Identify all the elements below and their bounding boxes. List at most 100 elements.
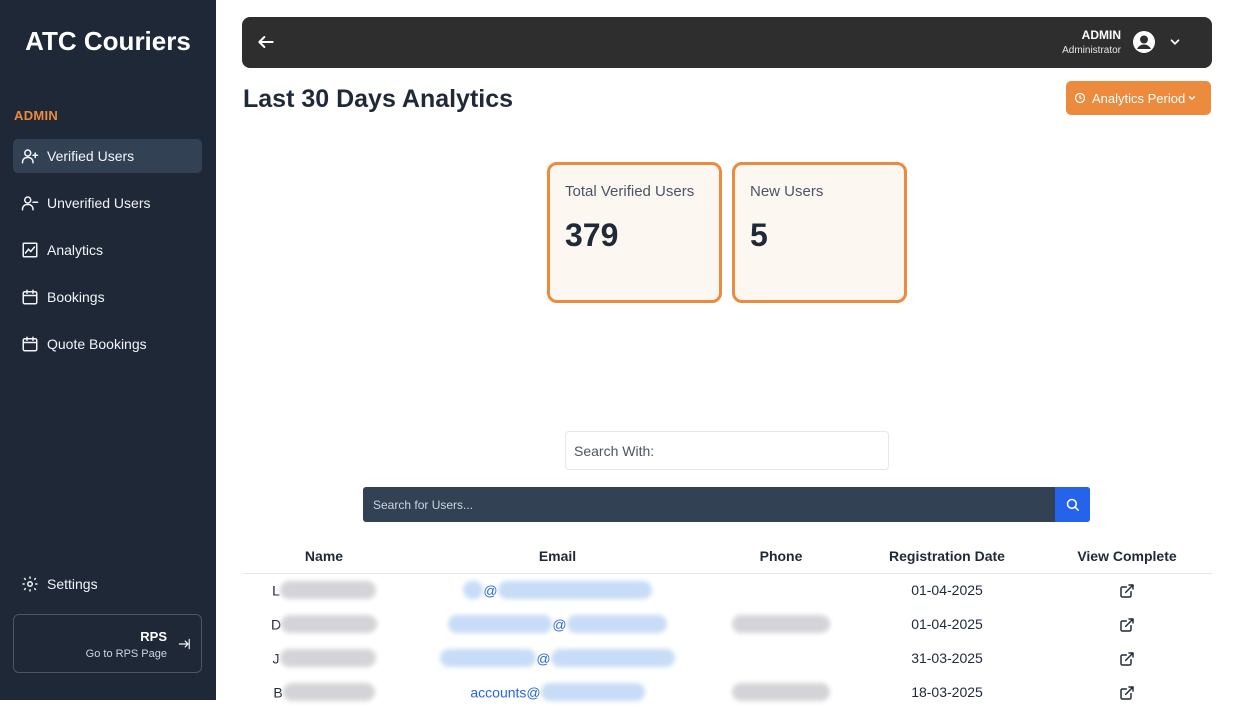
- chart-icon: [22, 242, 38, 258]
- external-link-icon[interactable]: [1119, 617, 1135, 633]
- name-initial: J: [272, 650, 280, 667]
- cell-phone: [710, 675, 852, 709]
- calendar-icon: [22, 289, 38, 305]
- sidebar-item-bookings[interactable]: Bookings: [13, 280, 202, 314]
- stat-card-new-users: New Users 5: [732, 162, 907, 303]
- redacted-phone: [732, 683, 830, 702]
- search-with-select[interactable]: Search With:: [565, 431, 889, 470]
- cell-name: B: [243, 675, 405, 709]
- name-initial: D: [270, 616, 282, 633]
- sidebar-nav: Verified Users Unverified Users Analytic…: [13, 139, 202, 374]
- cell-name: J: [243, 641, 405, 675]
- stat-card-label: Total Verified Users: [565, 183, 695, 200]
- chevron-down-icon[interactable]: [1168, 35, 1182, 49]
- table-row: D @ 01-04-2025: [243, 607, 1212, 641]
- user-search-bar: [363, 487, 1090, 522]
- table-row: L @ 01-04-2025: [243, 573, 1212, 607]
- sidebar-item-settings[interactable]: Settings: [13, 567, 202, 601]
- cell-phone: [710, 641, 852, 675]
- cell-email[interactable]: accounts@: [405, 675, 710, 709]
- cell-email[interactable]: @: [405, 573, 710, 607]
- external-link-icon[interactable]: [1119, 651, 1135, 667]
- table-row: B accounts@ 18-03-2025: [243, 675, 1212, 709]
- email-text[interactable]: accounts@: [470, 684, 540, 700]
- redacted-name: [279, 649, 376, 668]
- redacted-name: [279, 581, 376, 600]
- sidebar-item-label: Unverified Users: [47, 195, 151, 211]
- cell-name: D: [243, 607, 405, 641]
- column-header-email[interactable]: Email: [405, 540, 710, 574]
- email-text[interactable]: @: [536, 650, 550, 666]
- external-link-icon[interactable]: [1119, 583, 1135, 599]
- redacted-email-domain: [497, 581, 652, 600]
- search-input[interactable]: [363, 487, 1055, 522]
- redacted-email-user: [448, 615, 553, 634]
- chevron-down-icon: [1189, 96, 1196, 101]
- sidebar-item-quote-bookings[interactable]: Quote Bookings: [13, 327, 202, 361]
- users-table: Name Email Phone Registration Date View …: [243, 540, 1212, 709]
- top-bar: ADMIN Administrator: [242, 17, 1212, 68]
- redacted-email-domain: [540, 683, 645, 702]
- table-row: J @ 31-03-2025: [243, 641, 1212, 675]
- settings-label: Settings: [47, 576, 98, 592]
- brand-title[interactable]: ATC Couriers: [0, 26, 216, 57]
- gear-icon: [22, 576, 38, 592]
- column-header-name[interactable]: Name: [243, 540, 405, 574]
- search-icon: [1066, 498, 1079, 511]
- sidebar-section-label: ADMIN: [14, 108, 59, 123]
- cell-registration-date: 18-03-2025: [911, 684, 983, 700]
- rps-link-card[interactable]: RPS Go to RPS Page: [13, 614, 202, 673]
- cell-registration-date: 01-04-2025: [911, 616, 983, 632]
- sidebar-item-label: Analytics: [47, 242, 104, 258]
- stat-card-total-verified-users: Total Verified Users 379: [547, 162, 722, 303]
- column-header-registration-date[interactable]: Registration Date: [852, 540, 1042, 574]
- name-initial: L: [272, 582, 280, 599]
- redacted-email-user: [440, 649, 537, 668]
- sidebar-item-label: Bookings: [47, 289, 105, 305]
- cell-view-complete: [1042, 675, 1212, 709]
- email-text[interactable]: @: [483, 582, 497, 598]
- calendar-icon: [22, 336, 38, 352]
- cell-phone: [710, 607, 852, 641]
- cell-registration-date: 01-04-2025: [911, 582, 983, 599]
- rps-title: RPS: [140, 629, 167, 644]
- table-header-row: Name Email Phone Registration Date View …: [243, 540, 1212, 574]
- analytics-period-button[interactable]: Analytics Period: [1066, 81, 1211, 115]
- sidebar-item-label: Quote Bookings: [47, 336, 147, 352]
- column-header-phone[interactable]: Phone: [710, 540, 852, 574]
- user-plus-icon: [21, 149, 39, 164]
- cell-phone: [710, 573, 852, 607]
- analytics-period-label: Analytics Period: [1092, 90, 1186, 106]
- external-link-icon[interactable]: [1119, 685, 1135, 701]
- external-arrow-icon: [178, 638, 190, 650]
- cell-email[interactable]: @: [405, 641, 710, 675]
- rps-subtitle: Go to RPS Page: [85, 648, 167, 660]
- cell-view-complete: [1042, 641, 1212, 675]
- sidebar-item-verified-users[interactable]: Verified Users: [13, 139, 202, 173]
- cell-email[interactable]: @: [405, 607, 710, 641]
- user-minus-icon: [21, 196, 39, 211]
- cell-registration-date: 31-03-2025: [911, 650, 983, 666]
- stat-card-value: 5: [750, 217, 768, 253]
- sidebar: ATC Couriers ADMIN Verified Users Unveri…: [0, 0, 216, 700]
- redacted-email-user: [463, 581, 484, 600]
- redacted-name: [282, 683, 375, 702]
- user-role: Administrator: [1062, 45, 1121, 56]
- email-text[interactable]: @: [552, 616, 566, 632]
- sidebar-item-label: Verified Users: [47, 148, 135, 164]
- redacted-phone: [732, 615, 830, 634]
- page-title: Last 30 Days Analytics: [243, 85, 514, 113]
- user-avatar-icon[interactable]: [1132, 30, 1156, 54]
- back-arrow-icon[interactable]: [256, 32, 276, 52]
- cell-view-complete: [1042, 607, 1212, 641]
- redacted-name: [281, 615, 378, 634]
- cell-name: L: [243, 573, 405, 607]
- column-header-view-complete[interactable]: View Complete: [1042, 540, 1212, 574]
- sidebar-item-analytics[interactable]: Analytics: [13, 233, 202, 267]
- cell-view-complete: [1042, 573, 1212, 607]
- name-initial: B: [273, 684, 283, 701]
- redacted-email-domain: [566, 615, 667, 634]
- sidebar-item-unverified-users[interactable]: Unverified Users: [13, 186, 202, 220]
- search-button[interactable]: [1055, 487, 1090, 522]
- clock-icon: [1074, 92, 1086, 104]
